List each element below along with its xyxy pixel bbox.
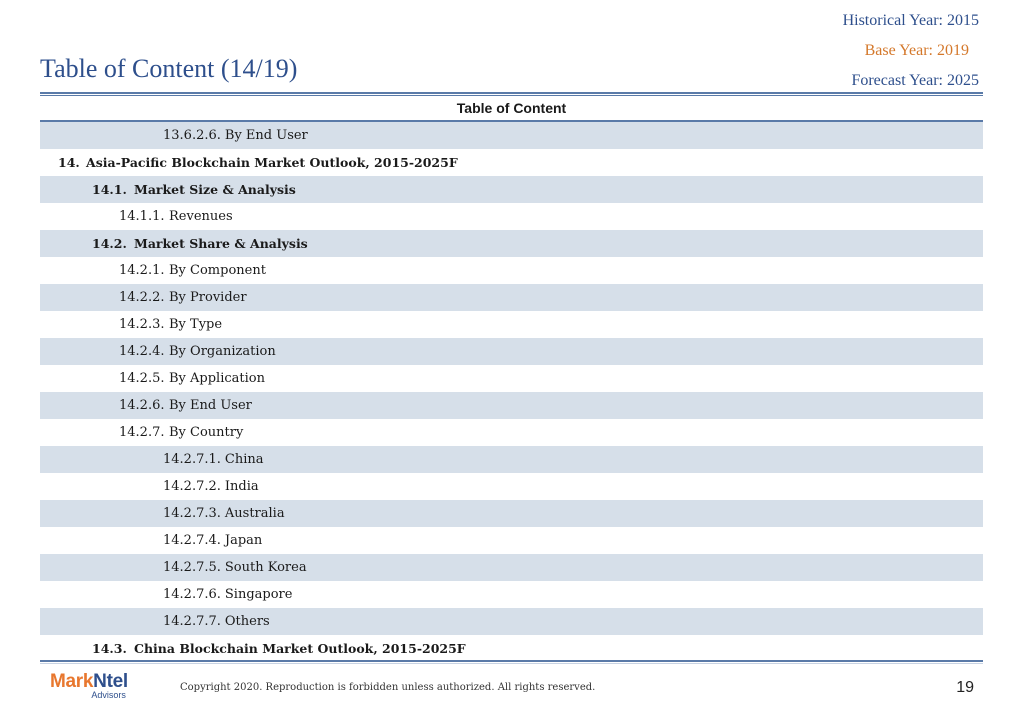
marknel-logo: MarkNtel Advisors: [50, 672, 128, 701]
toc-row: 14.2.6. By End User: [40, 392, 983, 419]
toc-row: 14.2.2. By Provider: [40, 284, 983, 311]
toc-row-label: By Component: [169, 263, 266, 278]
table-of-content: Table of Content 13.6.2.6. By End User 14.…: [40, 95, 983, 662]
logo-ntel-text: Ntel: [93, 671, 128, 692]
toc-row: 14.2.7.4. Japan: [40, 527, 983, 554]
toc-row-label: China Blockchain Market Outlook, 2015-20…: [134, 641, 466, 656]
logo-mark-text: Mark: [50, 671, 94, 692]
toc-row: 14.2. Market Share & Analysis: [40, 230, 983, 257]
toc-row-number: 14.2.5.: [119, 371, 165, 386]
copyright-notice: Copyright 2020. Reproduction is forbidde…: [180, 682, 596, 693]
toc-row: 14.2.5. By Application: [40, 365, 983, 392]
toc-row: 14.3. China Blockchain Market Outlook, 20…: [40, 635, 983, 662]
toc-row-number: 14.2.: [92, 236, 127, 251]
toc-heading: Table of Content: [40, 95, 983, 122]
page-title: Table of Content (14/19): [40, 54, 298, 83]
toc-row: 14.2.7.7. Others: [40, 608, 983, 635]
toc-row-label: Asia-Pacific Blockchain Market Outlook, …: [86, 155, 458, 170]
toc-row-label: By Provider: [169, 290, 247, 305]
toc-rows: 13.6.2.6. By End User 14. Asia-Pacific Bloc…: [40, 122, 983, 662]
toc-row-label: Singapore: [224, 587, 293, 602]
toc-row-number: 14.1.1.: [119, 209, 165, 224]
toc-row: 14.1.1. Revenues: [40, 203, 983, 230]
page-number: 19: [956, 679, 974, 696]
toc-row: 13.6.2.6. By End User: [40, 122, 983, 149]
toc-row-label: By End User: [169, 398, 252, 413]
toc-row-label: India: [224, 479, 259, 494]
toc-row-number: 14.2.2.: [119, 290, 165, 305]
toc-row-label: By Organization: [169, 344, 276, 359]
toc-row-number: 14.2.6.: [119, 398, 165, 413]
toc-row-number: 13.6.2.6.: [163, 128, 221, 143]
toc-row-number: 14.: [58, 155, 80, 170]
toc-row: 14.2.7. By Country: [40, 419, 983, 446]
toc-row: 14. Asia-Pacific Blockchain Market Outloo…: [40, 149, 983, 176]
toc-row-label: Australia: [224, 506, 285, 521]
toc-row: 14.2.7.2. India: [40, 473, 983, 500]
toc-row-number: 14.2.3.: [119, 317, 165, 332]
logo-wordmark: MarkNtel: [50, 672, 128, 692]
toc-row-label: China: [224, 452, 264, 467]
toc-row-number: 14.1.: [92, 182, 127, 197]
toc-row: 14.1. Market Size & Analysis: [40, 176, 983, 203]
toc-row-label: Japan: [224, 533, 263, 548]
toc-row-label: By Country: [169, 425, 244, 440]
toc-row-number: 14.2.7.4.: [163, 533, 221, 548]
toc-row-label: Revenues: [169, 209, 233, 224]
toc-row-number: 14.2.7.5.: [163, 560, 221, 575]
historical-year: Historical Year: 2015: [842, 12, 979, 29]
toc-row-number: 14.3.: [92, 641, 127, 656]
toc-row: 14.2.4. By Organization: [40, 338, 983, 365]
toc-row-number: 14.2.7.7.: [163, 614, 221, 629]
toc-row-label: South Korea: [224, 560, 307, 575]
toc-row-label: By Type: [169, 317, 223, 332]
toc-row-label: Market Share & Analysis: [134, 236, 308, 251]
toc-row-number: 14.2.1.: [119, 263, 165, 278]
toc-row-number: 14.2.4.: [119, 344, 165, 359]
toc-row: 14.2.7.3. Australia: [40, 500, 983, 527]
toc-row-number: 14.2.7.6.: [163, 587, 221, 602]
toc-row-label: Market Size & Analysis: [134, 182, 296, 197]
toc-row-label: Others: [224, 614, 270, 629]
toc-row-number: 14.2.7.1.: [163, 452, 221, 467]
toc-row: 14.2.1. By Component: [40, 257, 983, 284]
toc-row: 14.2.7.6. Singapore: [40, 581, 983, 608]
year-info: Historical Year: 2015 Base Year: 2019 Fo…: [843, 8, 979, 98]
toc-row: 14.2.7.5. South Korea: [40, 554, 983, 581]
toc-row-label: By Application: [169, 371, 265, 386]
toc-row-label: By End User: [224, 128, 308, 143]
toc-row-number: 14.2.7.3.: [163, 506, 221, 521]
toc-row-number: 14.2.7.: [119, 425, 165, 440]
toc-row: 14.2.3. By Type: [40, 311, 983, 338]
toc-row: 14.2.7.1. China: [40, 446, 983, 473]
footer-divider: [40, 660, 983, 664]
toc-row-number: 14.2.7.2.: [163, 479, 221, 494]
base-year: Base Year: 2019: [864, 42, 969, 59]
